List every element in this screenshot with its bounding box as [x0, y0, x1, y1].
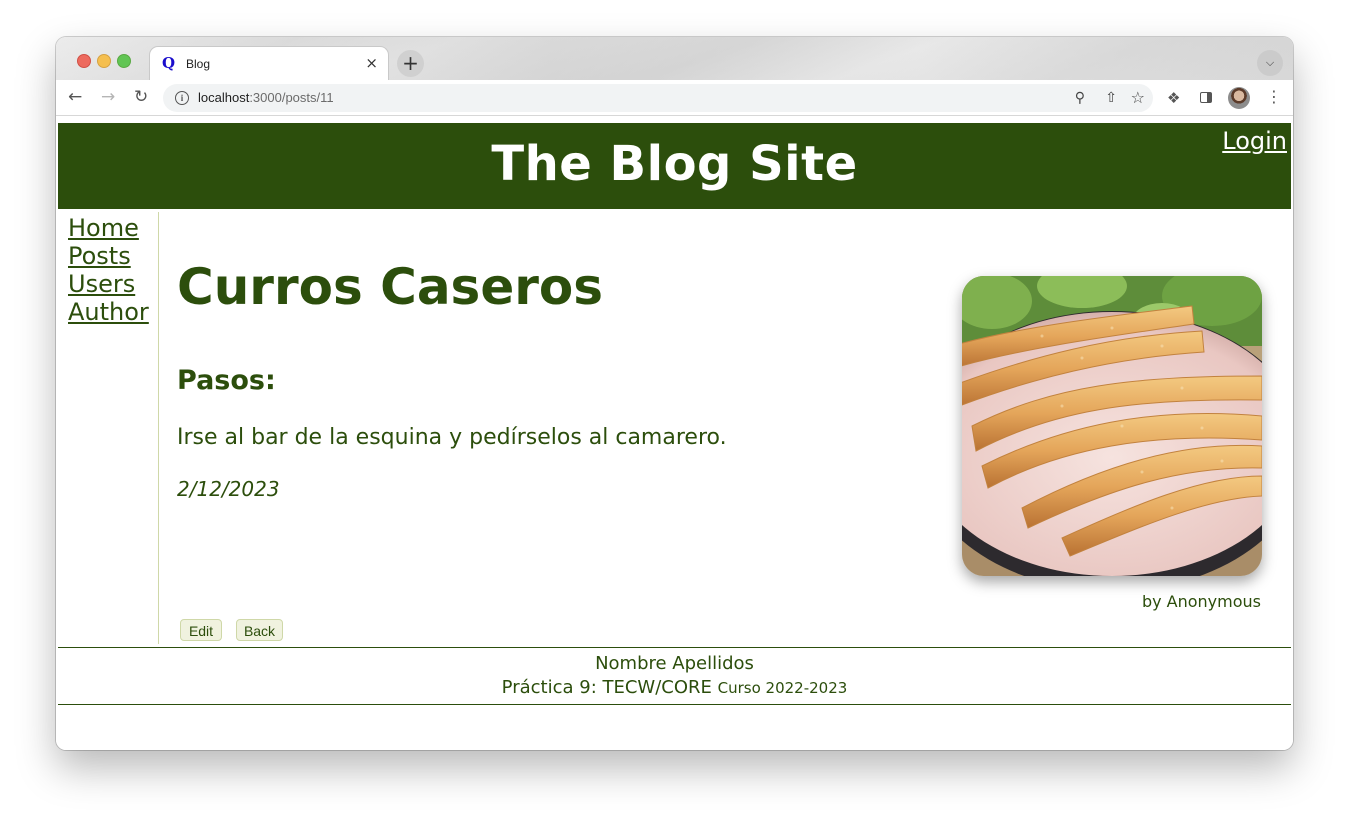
browser-toolbar: ← → ↻ i localhost:3000/posts/11 ⚲ ⇧ ☆ ❖ … [56, 80, 1293, 116]
page-viewport: The Blog Site Login Home Posts Users Aut… [56, 116, 1293, 750]
post-subtitle: Pasos: [177, 365, 276, 396]
site-footer: Nombre Apellidos Práctica 9: TECW/CORE C… [58, 647, 1291, 705]
minimize-window-button[interactable] [97, 54, 111, 68]
post-author: by Anonymous [1141, 592, 1261, 611]
maximize-window-button[interactable] [117, 54, 131, 68]
nav-link-posts[interactable]: Posts [68, 242, 158, 270]
extensions-puzzle-icon[interactable]: ❖ [1167, 89, 1180, 107]
login-link[interactable]: Login [1222, 127, 1287, 155]
browser-tab[interactable]: Q Blog × [149, 46, 389, 80]
favicon-icon: Q [162, 54, 176, 72]
profile-avatar[interactable] [1228, 87, 1250, 109]
tab-strip: Q Blog × + ⌵ [56, 37, 1293, 80]
url-host: localhost [198, 90, 250, 105]
tab-search-icon[interactable]: ⌵ [1257, 50, 1283, 76]
post-title: Curros Caseros [177, 258, 604, 316]
more-menu-icon[interactable]: ⋮ [1266, 88, 1282, 106]
edit-button[interactable]: Edit [180, 619, 222, 641]
tab-close-icon[interactable]: × [365, 54, 378, 72]
footer-course: Práctica 9: TECW/CORE [501, 677, 712, 698]
info-icon[interactable]: i [175, 91, 189, 105]
site-header: The Blog Site Login [58, 123, 1291, 209]
forward-arrow-icon[interactable]: → [101, 88, 115, 106]
back-arrow-icon[interactable]: ← [68, 88, 82, 106]
sidebar-nav: Home Posts Users Author [58, 212, 159, 644]
post-body: Irse al bar de la esquina y pedírselos a… [177, 425, 727, 450]
site-title: The Blog Site [491, 136, 858, 192]
nav-link-home[interactable]: Home [68, 214, 158, 242]
nav-link-author[interactable]: Author [68, 298, 158, 326]
footer-author-name: Nombre Apellidos [595, 653, 754, 674]
churros-photo-icon [962, 276, 1262, 576]
footer-year: Curso 2022-2023 [717, 679, 848, 697]
footer-course-line: Práctica 9: TECW/CORE Curso 2022-2023 [58, 677, 1291, 699]
share-icon[interactable]: ⇧ [1105, 89, 1117, 107]
browser-window: Q Blog × + ⌵ ← → ↻ i localhost:3000/post… [56, 37, 1293, 750]
nav-link-users[interactable]: Users [68, 270, 158, 298]
zoom-icon[interactable]: ⚲ [1075, 89, 1085, 107]
side-panel-icon[interactable] [1200, 92, 1212, 103]
tab-title: Blog [186, 57, 211, 71]
new-tab-button[interactable]: + [397, 50, 424, 77]
url-text[interactable]: localhost:3000/posts/11 [198, 90, 334, 105]
post-image [962, 276, 1262, 576]
post-date: 2/12/2023 [177, 477, 280, 501]
back-button[interactable]: Back [236, 619, 283, 641]
reload-icon[interactable]: ↻ [134, 88, 148, 106]
bookmark-star-icon[interactable]: ☆ [1131, 89, 1145, 107]
address-bar[interactable]: i localhost:3000/posts/11 ⚲ ⇧ ☆ [163, 84, 1153, 112]
close-window-button[interactable] [77, 54, 91, 68]
url-path: :3000/posts/11 [249, 90, 334, 105]
